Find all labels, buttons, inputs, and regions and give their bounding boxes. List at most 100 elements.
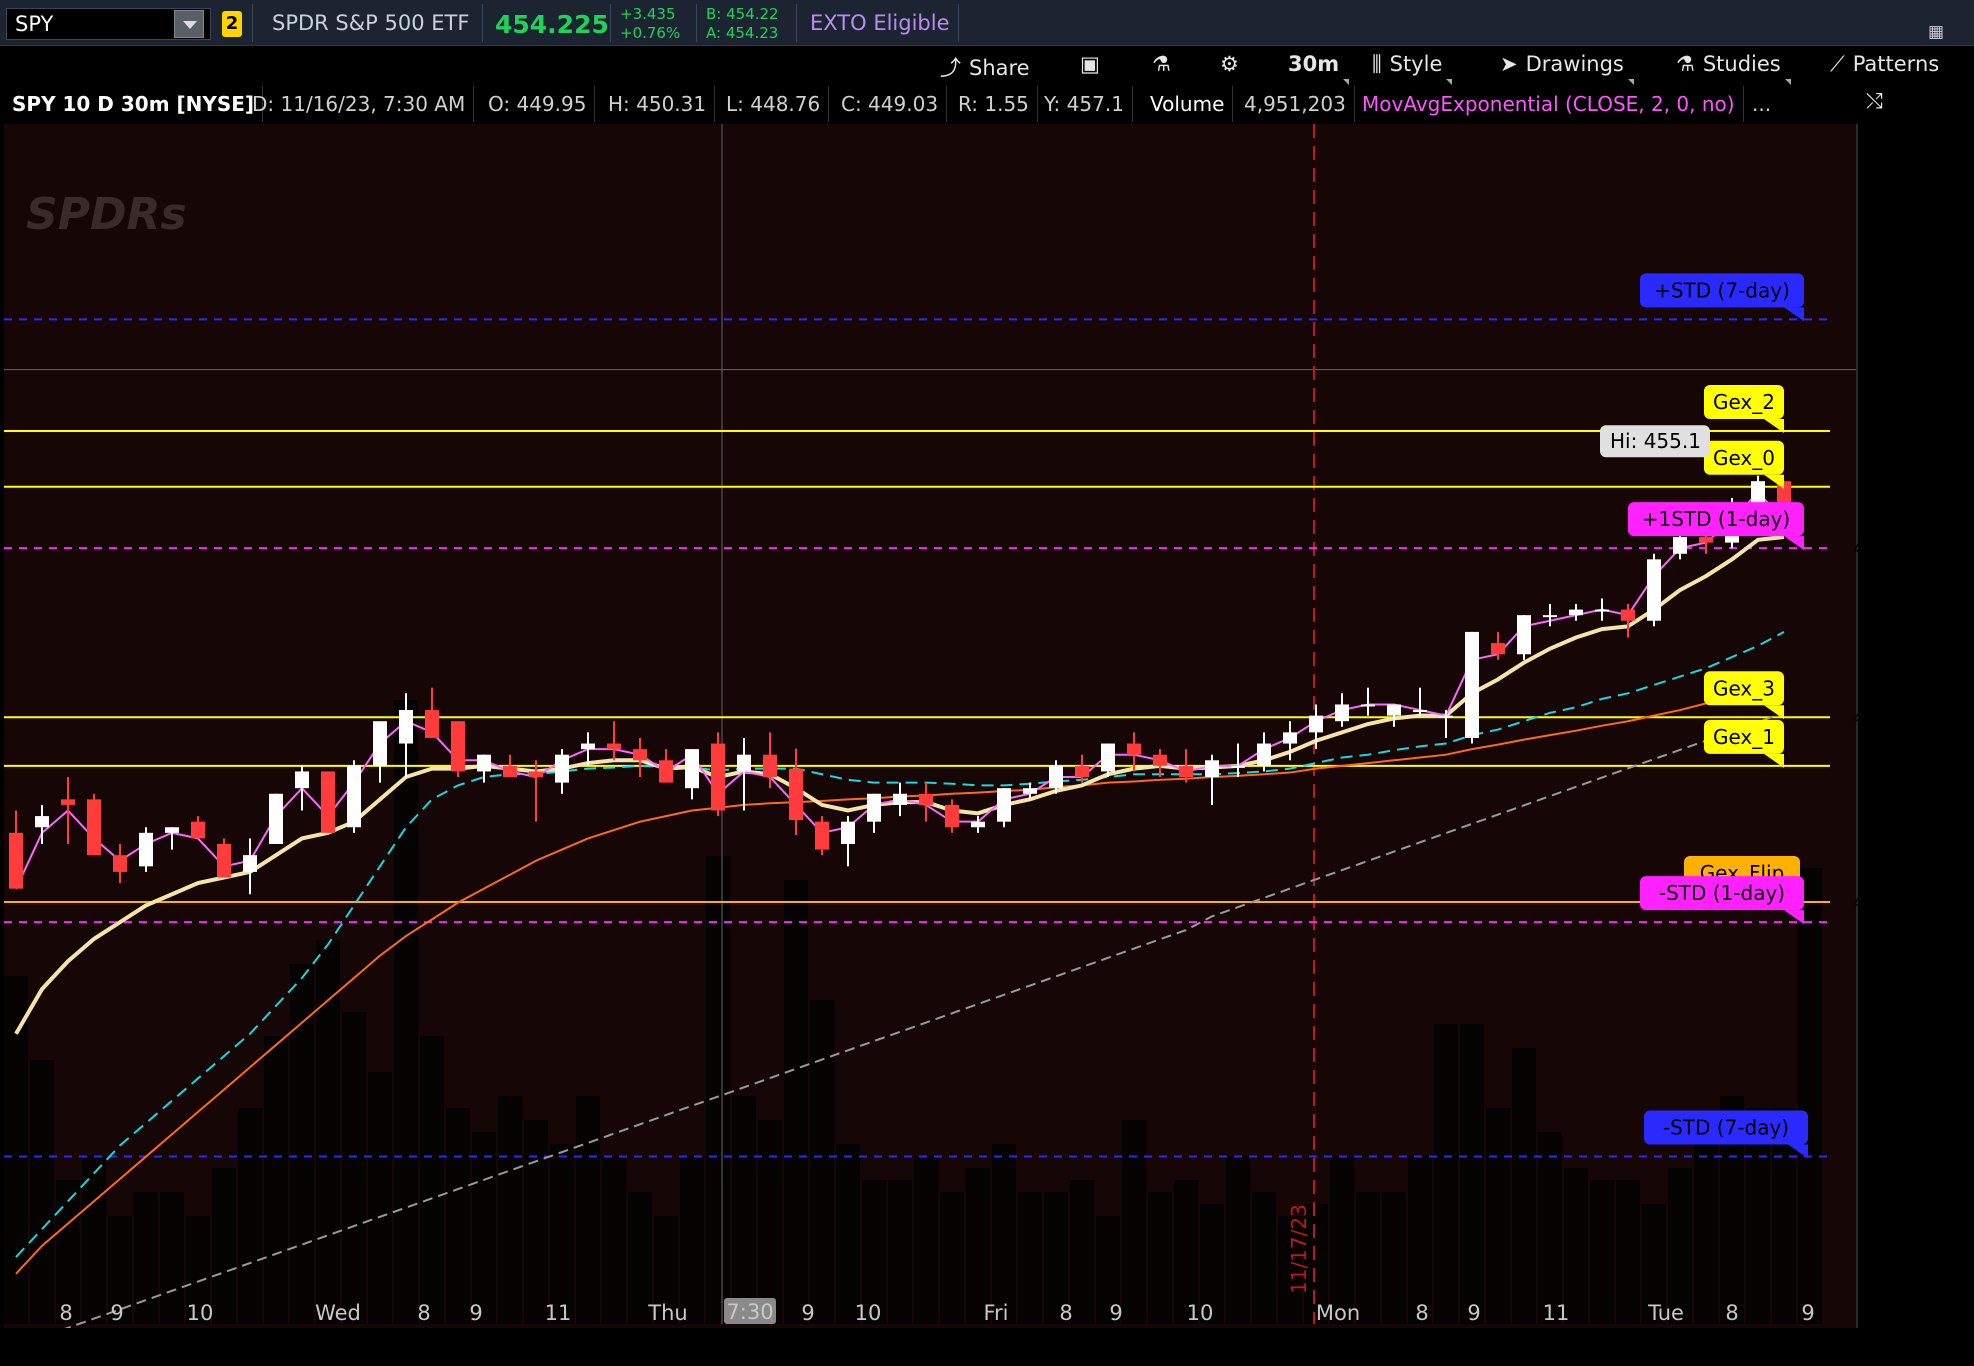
link-badge[interactable]: 2	[222, 11, 242, 37]
divider	[252, 4, 253, 42]
price-chart[interactable]: 11/17/23 SPDRs +STD (7-day) Gex_2 Gex_0 +1S…	[4, 124, 1858, 1328]
volume-bar	[784, 880, 808, 1324]
axis-badge-label: 450.87	[1853, 705, 1858, 729]
candle-body	[295, 771, 309, 789]
volume-label[interactable]: Volume	[1142, 86, 1234, 122]
info-high: H: 450.31	[600, 86, 716, 122]
x-tick-label: 9	[1109, 1301, 1122, 1325]
candle-body	[451, 721, 465, 772]
x-tick-label: 9	[1467, 1301, 1480, 1325]
last-price: 454.225	[495, 10, 609, 39]
zoom-reset-icon[interactable]: ⤭	[1866, 89, 1883, 114]
share-button[interactable]: ⤴ Share	[940, 52, 1030, 82]
volume-bar	[732, 1096, 756, 1324]
volume-bar	[342, 1012, 366, 1324]
volume-bar	[888, 1180, 912, 1324]
snapshot-button[interactable]: ▣	[1080, 52, 1108, 76]
divider	[796, 4, 797, 42]
chart-info-bar: SPY 10 D 30m [NYSE] D: 11/16/23, 7:30 AM…	[0, 86, 1858, 122]
x-tick-label: 8	[1725, 1301, 1738, 1325]
candle-body	[945, 804, 959, 828]
level-tag-label: -STD (7-day)	[1663, 1116, 1789, 1140]
info-y: Y: 457.1	[1036, 86, 1133, 122]
volume-bar	[1252, 1192, 1276, 1324]
level-tag-label: Gex_3	[1713, 676, 1775, 700]
volume-bar	[1798, 868, 1822, 1324]
patterns-button[interactable]: ⟋ Patterns	[1830, 52, 1939, 77]
candle-body	[139, 832, 153, 867]
level-tag-label: Gex_1	[1713, 725, 1775, 749]
drawings-button[interactable]: ➤ Drawings	[1500, 52, 1634, 85]
change-percent: +0.76%	[620, 24, 681, 42]
gear-icon: ⚙	[1220, 52, 1239, 76]
chart-toolbar: ⤴ Share ▣ ⚗ ⚙ 30m ⫼ Style ➤ Drawings ⚗ Studi…	[0, 47, 1974, 113]
info-close: C: 449.03	[833, 86, 948, 122]
volume-bar	[1122, 1120, 1146, 1324]
candle-body	[399, 710, 413, 744]
candle-body	[1205, 760, 1219, 778]
bid-value: B: 454.22	[706, 5, 779, 23]
volume-bar	[550, 1144, 574, 1324]
candle-body	[373, 721, 387, 766]
candle-body	[1517, 615, 1531, 655]
volume-bar	[758, 1120, 782, 1324]
x-tick-label: 8	[1415, 1301, 1428, 1325]
candle-body	[919, 793, 933, 805]
flask-button[interactable]: ⚗	[1152, 52, 1179, 76]
info-range: R: 1.55	[950, 86, 1038, 122]
candle-body	[789, 768, 803, 820]
candle-body	[1127, 743, 1141, 755]
x-tick-label: 10	[855, 1301, 882, 1325]
candle-body	[217, 844, 231, 878]
x-tick-label: 11	[545, 1301, 572, 1325]
candle-body	[1153, 754, 1167, 766]
study-label[interactable]: MovAvgExponential (CLOSE, 2, 0, no)	[1354, 86, 1744, 122]
candle-body	[1673, 537, 1687, 554]
candle-body	[425, 710, 439, 738]
volume-bar	[1018, 1192, 1042, 1324]
x-tick-label: 11	[1543, 1301, 1570, 1325]
x-tick-label: Thu	[647, 1301, 687, 1325]
studies-button[interactable]: ⚗ Studies	[1676, 52, 1791, 85]
style-button[interactable]: ⫼ Style	[1372, 52, 1453, 85]
candle-body	[763, 754, 777, 778]
volume-bar	[30, 1060, 54, 1324]
exto-eligible-link[interactable]: EXTO Eligible	[810, 11, 950, 35]
divider	[610, 4, 611, 42]
timeframe-button[interactable]: 30m	[1288, 52, 1350, 85]
candle-body	[321, 771, 335, 833]
more-studies[interactable]: ...	[1744, 86, 1779, 122]
candle-body	[841, 821, 855, 844]
level-tag-label: +1STD (1-day)	[1642, 507, 1791, 531]
candle-body	[633, 749, 647, 761]
volume-bar	[368, 1072, 392, 1324]
candle-body	[529, 771, 543, 778]
volume-bar	[316, 940, 340, 1324]
level-tag-label: Gex_0	[1713, 446, 1775, 470]
volume-bar	[1512, 1048, 1536, 1324]
volume-bar	[264, 1036, 288, 1324]
x-tick-label: 9	[801, 1301, 814, 1325]
watermark: SPDRs	[26, 189, 187, 240]
candle-body	[243, 855, 257, 872]
level-tag-label: +STD (7-day)	[1654, 278, 1790, 302]
symbol-dropdown-button[interactable]	[174, 10, 204, 38]
candle-body	[1101, 743, 1115, 772]
volume-bar	[810, 1000, 834, 1324]
candle-body	[165, 827, 179, 833]
grid-icon[interactable]: ▦	[1928, 22, 1944, 42]
settings-button[interactable]: ⚙	[1220, 52, 1247, 76]
x-tick-label: Mon	[1316, 1301, 1360, 1325]
candle-body	[1075, 765, 1089, 778]
chart-area[interactable]: 11/17/23 SPDRs +STD (7-day) Gex_2 Gex_0 +1S…	[4, 124, 1858, 1328]
volume-bar	[1408, 1156, 1432, 1324]
volume-value: 4,951,203	[1236, 86, 1355, 122]
level-lines	[4, 318, 1830, 1158]
volume-bar	[420, 1036, 444, 1324]
candle-body	[1257, 743, 1271, 766]
date-marker-label: 11/17/23	[1287, 1204, 1311, 1294]
volume-bars	[4, 700, 1822, 1324]
volume-bar	[1070, 1180, 1094, 1324]
volume-bar	[1226, 1156, 1250, 1324]
candle-body	[1491, 643, 1505, 655]
